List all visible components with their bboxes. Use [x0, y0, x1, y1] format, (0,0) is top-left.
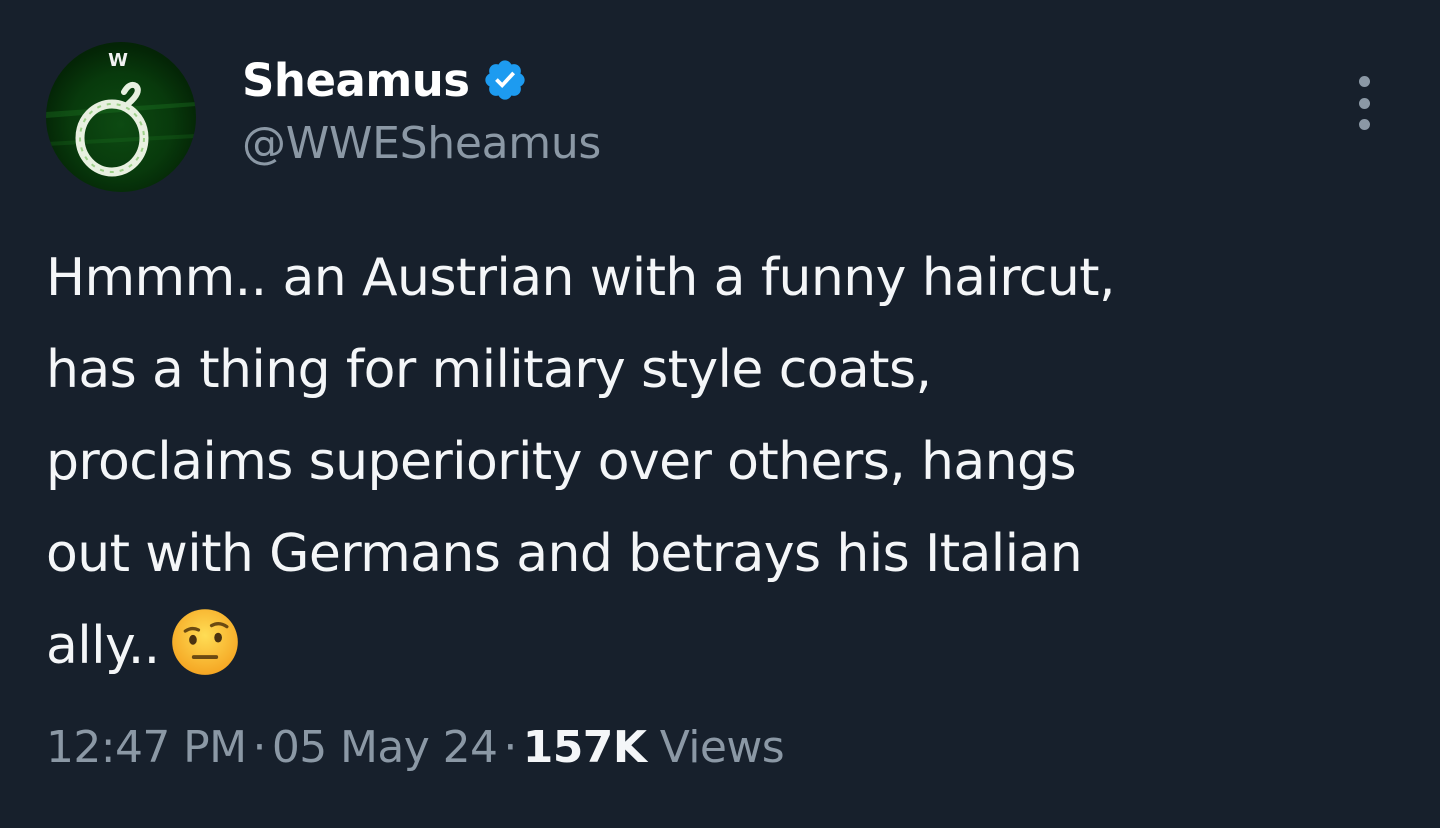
author-handle[interactable]: @WWESheamus	[242, 118, 601, 169]
tweet-text: Hmmm.. an Austrian with a funny haircut,…	[46, 232, 1406, 692]
tweet-line: proclaims superiority over others, hangs	[46, 432, 1077, 492]
author-display-name[interactable]: Sheamus	[242, 54, 470, 107]
tweet-line: ally..	[46, 616, 160, 676]
author-name-row: Sheamus	[242, 52, 528, 108]
meta-separator: ·	[252, 722, 266, 773]
views-count[interactable]: 157K	[523, 722, 647, 773]
tweet-card: W Sheamus @WWESheamus Hmmm.. an Austrian…	[0, 0, 1440, 828]
tweet-line: out with Germans and betrays his Italian	[46, 524, 1083, 584]
tweet-last-line: ally..	[46, 600, 1406, 692]
tweet-line: has a thing for military style coats,	[46, 340, 932, 400]
tweet-meta: 12:47 PM · 05 May 24 · 157K Views	[46, 722, 785, 773]
raised-eyebrow-face-icon	[171, 609, 238, 675]
tweet-time[interactable]: 12:47 PM	[46, 722, 247, 773]
more-dot	[1358, 119, 1370, 130]
more-dot	[1358, 76, 1370, 87]
tweet-line: Hmmm.. an Austrian with a funny haircut,	[46, 248, 1115, 308]
more-dot	[1358, 97, 1370, 109]
tweet-date[interactable]: 05 May 24	[272, 722, 498, 773]
avatar[interactable]: W	[46, 42, 196, 192]
meta-separator: ·	[503, 722, 517, 773]
svg-text:W: W	[108, 50, 128, 71]
avatar-logo-icon: W	[46, 50, 196, 177]
views-label: Views	[659, 722, 785, 773]
verified-badge-icon	[484, 60, 525, 100]
more-options-icon[interactable]	[1346, 76, 1382, 130]
